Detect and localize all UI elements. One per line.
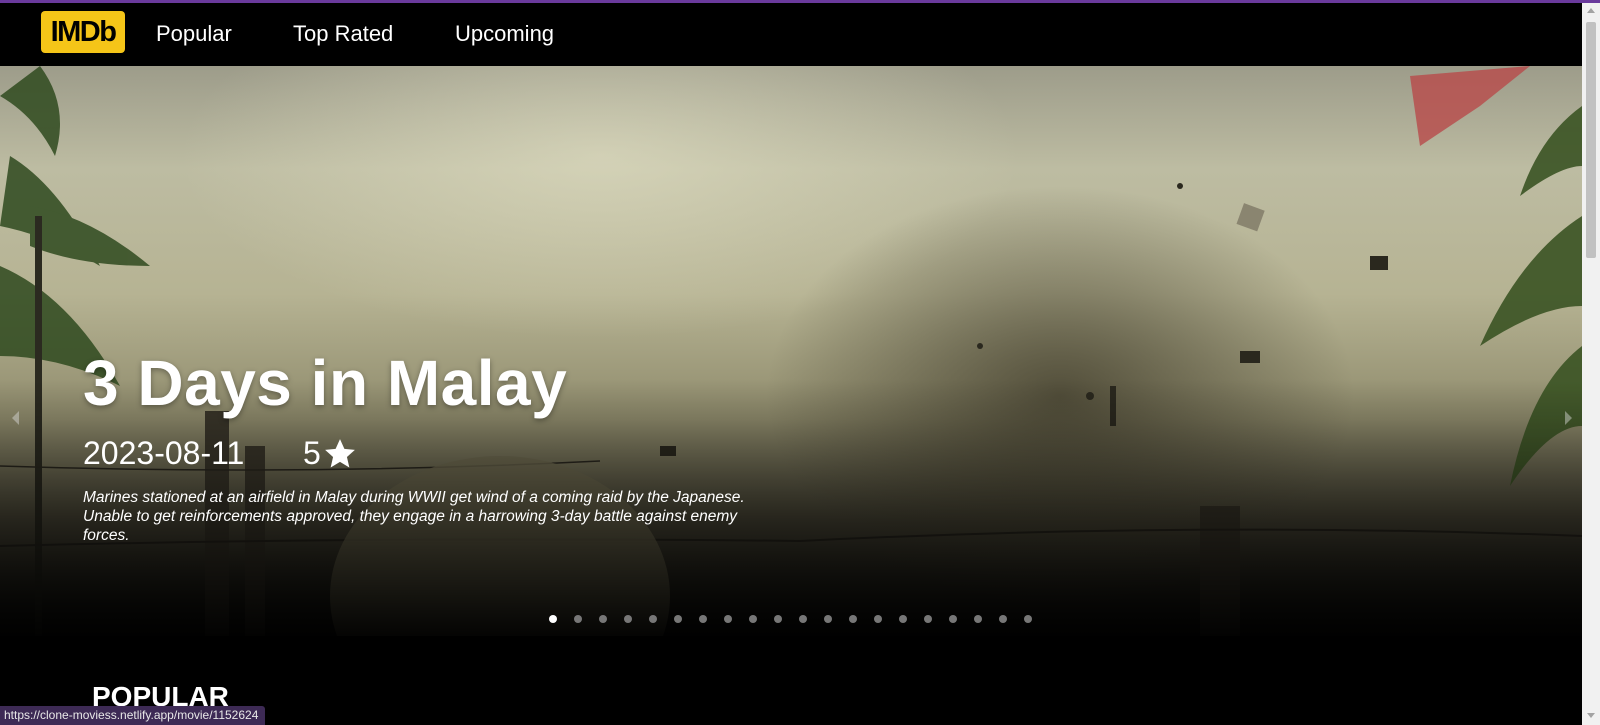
carousel-dot[interactable]	[724, 615, 732, 623]
release-date: 2023-08-11	[83, 435, 245, 471]
hero-banner[interactable]: 3 Days in Malay 2023-08-11 5 Marines sta…	[0, 66, 1582, 636]
nav-popular-link[interactable]: Popular	[156, 21, 232, 47]
carousel-dot[interactable]	[924, 615, 932, 623]
carousel-dot[interactable]	[599, 615, 607, 623]
scroll-down-arrow-icon[interactable]	[1587, 713, 1595, 718]
carousel-dot[interactable]	[899, 615, 907, 623]
carousel-dot[interactable]	[974, 615, 982, 623]
carousel-dots	[549, 615, 1049, 623]
star-icon	[324, 438, 355, 467]
carousel-next-arrow-icon[interactable]	[1565, 411, 1572, 425]
carousel-dot[interactable]	[849, 615, 857, 623]
carousel-dot[interactable]	[624, 615, 632, 623]
carousel-dot[interactable]	[749, 615, 757, 623]
carousel-dot[interactable]	[674, 615, 682, 623]
carousel-prev-arrow-icon[interactable]	[12, 411, 19, 425]
movie-meta: 2023-08-11 5	[83, 435, 783, 472]
carousel-dot[interactable]	[824, 615, 832, 623]
nav-top-rated-link[interactable]: Top Rated	[293, 21, 393, 47]
navbar: IMDb Popular Top Rated Upcoming	[0, 3, 1582, 66]
scrollbar-thumb[interactable]	[1586, 22, 1596, 258]
status-bar-url: https://clone-moviess.netlify.app/movie/…	[0, 706, 266, 725]
imdb-logo[interactable]: IMDb	[41, 11, 125, 53]
carousel-dot[interactable]	[699, 615, 707, 623]
nav-upcoming-link[interactable]: Upcoming	[455, 21, 554, 47]
carousel-dot[interactable]	[774, 615, 782, 623]
carousel-dot[interactable]	[549, 615, 557, 623]
carousel-dot[interactable]	[799, 615, 807, 623]
carousel-dot[interactable]	[999, 615, 1007, 623]
carousel-dot[interactable]	[649, 615, 657, 623]
carousel-dot[interactable]	[574, 615, 582, 623]
carousel-dot[interactable]	[1024, 615, 1032, 623]
carousel-dot[interactable]	[874, 615, 882, 623]
movie-overview: Marines stationed at an airfield in Mala…	[83, 489, 745, 544]
hero-content: 3 Days in Malay 2023-08-11 5 Marines sta…	[83, 351, 783, 545]
rating-value: 5	[303, 435, 321, 471]
carousel-dot[interactable]	[949, 615, 957, 623]
movie-title: 3 Days in Malay	[83, 347, 568, 419]
scroll-up-arrow-icon[interactable]	[1587, 8, 1595, 13]
